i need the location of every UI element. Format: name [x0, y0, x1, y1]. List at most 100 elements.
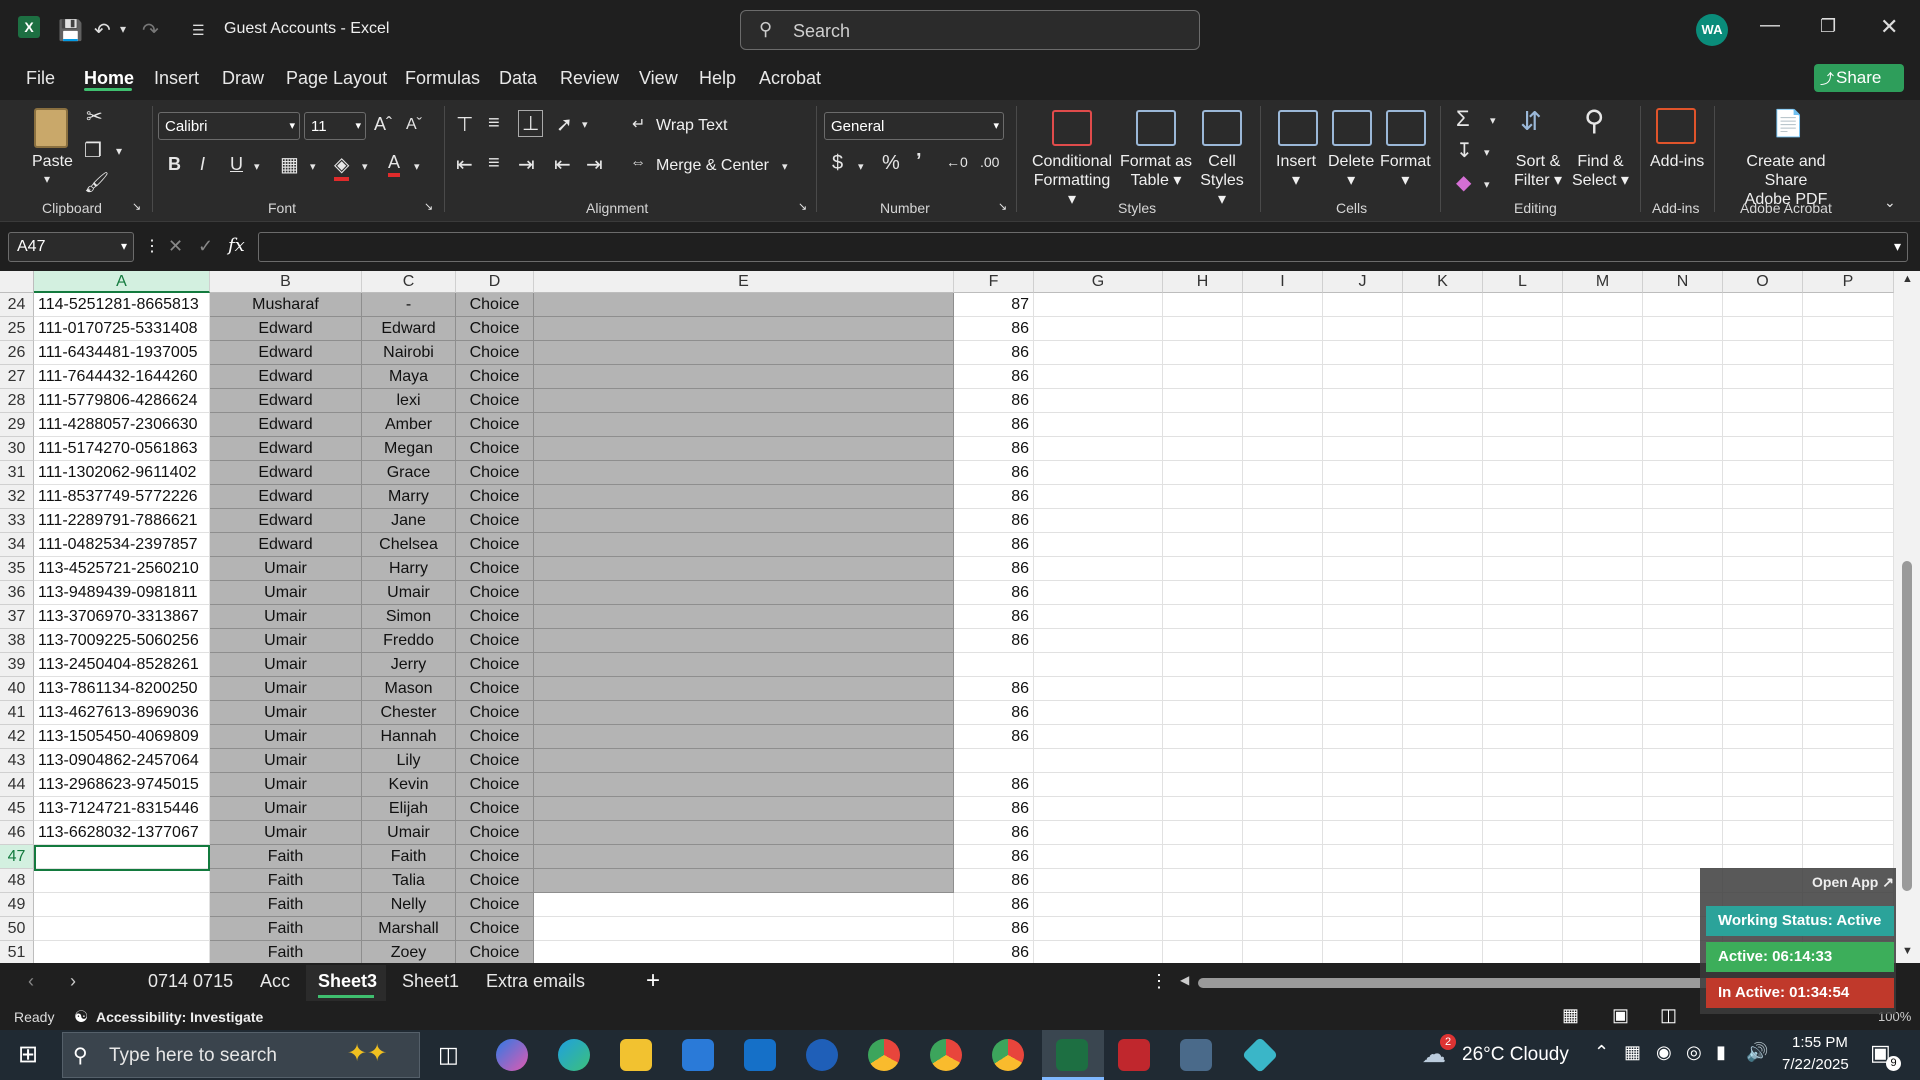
cell-m44[interactable]: [1563, 773, 1643, 797]
cell-e49[interactable]: [534, 893, 954, 917]
restore-icon[interactable]: ❐: [1820, 16, 1836, 37]
cell-i30[interactable]: [1243, 437, 1323, 461]
cell-l39[interactable]: [1483, 653, 1563, 677]
cell-b49[interactable]: Faith: [210, 893, 362, 917]
cell-h32[interactable]: [1163, 485, 1243, 509]
cell-i45[interactable]: [1243, 797, 1323, 821]
cell-g41[interactable]: [1034, 701, 1163, 725]
cell-i46[interactable]: [1243, 821, 1323, 845]
cell-f50[interactable]: 86: [954, 917, 1034, 941]
cell-j41[interactable]: [1323, 701, 1403, 725]
cell-d31[interactable]: Choice: [456, 461, 534, 485]
row-header[interactable]: 29: [0, 413, 34, 437]
cell-m50[interactable]: [1563, 917, 1643, 941]
cell-g38[interactable]: [1034, 629, 1163, 653]
screen-capture-icon[interactable]: ◎: [1686, 1042, 1702, 1063]
cell-g36[interactable]: [1034, 581, 1163, 605]
cell-d35[interactable]: Choice: [456, 557, 534, 581]
next-sheet-icon[interactable]: ›: [70, 971, 76, 992]
format-as-table-button[interactable]: Format as Table ▾: [1120, 152, 1192, 190]
cell-l40[interactable]: [1483, 677, 1563, 701]
cell-k45[interactable]: [1403, 797, 1483, 821]
cell-n31[interactable]: [1643, 461, 1723, 485]
cell-c29[interactable]: Amber: [362, 413, 456, 437]
cell-m49[interactable]: [1563, 893, 1643, 917]
column-header-h[interactable]: H: [1163, 271, 1243, 293]
cell-c44[interactable]: Kevin: [362, 773, 456, 797]
cell-e35[interactable]: [534, 557, 954, 581]
sort-filter-button[interactable]: Sort & Filter ▾: [1514, 152, 1562, 190]
microsoft-store-icon[interactable]: [682, 1039, 714, 1071]
cell-b46[interactable]: Umair: [210, 821, 362, 845]
column-header-p[interactable]: P: [1803, 271, 1894, 293]
cell-g46[interactable]: [1034, 821, 1163, 845]
cell-o27[interactable]: [1723, 365, 1803, 389]
cell-e36[interactable]: [534, 581, 954, 605]
cell-g26[interactable]: [1034, 341, 1163, 365]
cell-m36[interactable]: [1563, 581, 1643, 605]
cell-m32[interactable]: [1563, 485, 1643, 509]
cell-m26[interactable]: [1563, 341, 1643, 365]
cell-h24[interactable]: [1163, 293, 1243, 317]
cell-n26[interactable]: [1643, 341, 1723, 365]
cell-i37[interactable]: [1243, 605, 1323, 629]
align-bottom-icon[interactable]: ⊥: [518, 110, 544, 137]
bold-icon[interactable]: B: [168, 154, 181, 175]
share-button[interactable]: ⤴ Share: [1814, 64, 1904, 92]
cell-j50[interactable]: [1323, 917, 1403, 941]
cell-a39[interactable]: 113-2450404-8528261: [34, 653, 210, 677]
cell-i24[interactable]: [1243, 293, 1323, 317]
column-header-e[interactable]: E: [534, 271, 954, 293]
cell-h50[interactable]: [1163, 917, 1243, 941]
cell-n28[interactable]: [1643, 389, 1723, 413]
cell-l34[interactable]: [1483, 533, 1563, 557]
row-header[interactable]: 26: [0, 341, 34, 365]
row-header[interactable]: 43: [0, 749, 34, 773]
cell-i33[interactable]: [1243, 509, 1323, 533]
cell-d46[interactable]: Choice: [456, 821, 534, 845]
vertical-scrollbar[interactable]: ▲ ▼: [1894, 271, 1920, 963]
cell-f30[interactable]: 86: [954, 437, 1034, 461]
cell-i27[interactable]: [1243, 365, 1323, 389]
cell-g51[interactable]: [1034, 941, 1163, 963]
tab-home[interactable]: Home: [84, 68, 134, 89]
cell-g45[interactable]: [1034, 797, 1163, 821]
cell-b28[interactable]: Edward: [210, 389, 362, 413]
cell-b24[interactable]: Musharaf: [210, 293, 362, 317]
cell-a40[interactable]: 113-7861134-8200250: [34, 677, 210, 701]
cell-o35[interactable]: [1723, 557, 1803, 581]
accounting-format-icon[interactable]: $: [832, 152, 843, 175]
tab-data[interactable]: Data: [499, 68, 537, 89]
cell-c35[interactable]: Harry: [362, 557, 456, 581]
cell-e38[interactable]: [534, 629, 954, 653]
app-diamond-icon[interactable]: [1241, 1036, 1279, 1074]
cell-d41[interactable]: Choice: [456, 701, 534, 725]
cell-p37[interactable]: [1803, 605, 1894, 629]
cell-i51[interactable]: [1243, 941, 1323, 963]
cell-d27[interactable]: Choice: [456, 365, 534, 389]
cell-g35[interactable]: [1034, 557, 1163, 581]
cell-c37[interactable]: Simon: [362, 605, 456, 629]
cell-a24[interactable]: 114-5251281-8665813: [34, 293, 210, 317]
cell-k28[interactable]: [1403, 389, 1483, 413]
font-size-combo[interactable]: 11 ▾: [304, 112, 366, 140]
scroll-down-icon[interactable]: ▼: [1902, 945, 1913, 957]
cell-b26[interactable]: Edward: [210, 341, 362, 365]
column-header-d[interactable]: D: [456, 271, 534, 293]
cell-l51[interactable]: [1483, 941, 1563, 963]
cell-c46[interactable]: Umair: [362, 821, 456, 845]
cell-f41[interactable]: 86: [954, 701, 1034, 725]
cell-b38[interactable]: Umair: [210, 629, 362, 653]
cell-h26[interactable]: [1163, 341, 1243, 365]
cell-styles-button[interactable]: Cell Styles ▾: [1194, 152, 1250, 209]
cell-o33[interactable]: [1723, 509, 1803, 533]
cell-a44[interactable]: 113-2968623-9745015: [34, 773, 210, 797]
cell-n47[interactable]: [1643, 845, 1723, 869]
cell-n27[interactable]: [1643, 365, 1723, 389]
edge-icon[interactable]: [558, 1039, 590, 1071]
cell-e33[interactable]: [534, 509, 954, 533]
fill-color-icon[interactable]: ◈: [334, 152, 350, 181]
cell-p47[interactable]: [1803, 845, 1894, 869]
cell-l50[interactable]: [1483, 917, 1563, 941]
cell-m39[interactable]: [1563, 653, 1643, 677]
